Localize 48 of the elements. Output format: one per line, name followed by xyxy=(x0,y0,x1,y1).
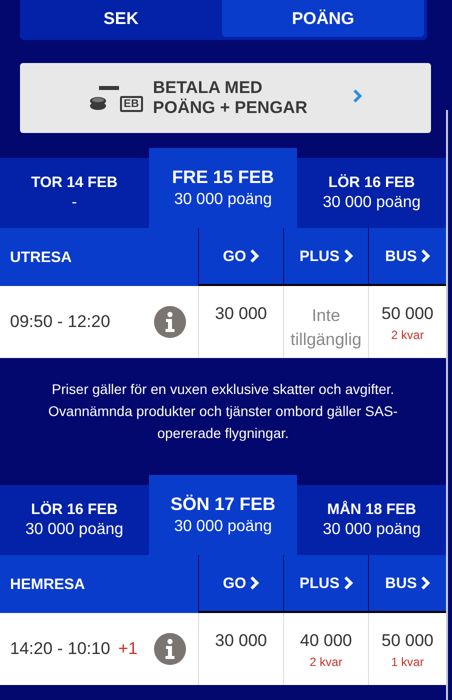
date-tab[interactable]: SÖN 17 FEB 30 000 poäng xyxy=(148,475,298,555)
fare-class-header[interactable]: BUS xyxy=(368,555,446,613)
toggle-option[interactable]: SEK xyxy=(20,0,222,37)
journey-title: HEMRESA xyxy=(10,576,86,592)
fare-cell[interactable]: 30 000 xyxy=(198,286,283,358)
fare-cell[interactable]: 50 000 2 kvar xyxy=(368,286,446,358)
fare-class-header[interactable]: GO xyxy=(198,228,283,286)
eb-badge: EB xyxy=(120,96,143,112)
fare-price: 30 000 xyxy=(215,304,267,324)
scrollbar[interactable] xyxy=(446,110,448,700)
chevron-icon xyxy=(344,249,352,263)
fare-price: 50 000 xyxy=(382,631,434,651)
chevron-icon xyxy=(250,576,260,590)
fare-cell[interactable]: 40 000 2 kvar xyxy=(283,613,368,685)
chevron-icon xyxy=(344,576,352,590)
flight-time: 14:20 - 10:10 +1 xyxy=(10,639,138,659)
points-money-button[interactable]: EB BETALA MED POÄNG + PENGAR xyxy=(20,63,431,133)
date-tab[interactable]: TOR 14 FEB - xyxy=(0,158,149,228)
chevron-icon xyxy=(250,249,260,263)
fare-price: 50 000 xyxy=(382,304,434,324)
fare-class-header[interactable]: BUS xyxy=(368,228,446,286)
journey-title: UTRESA xyxy=(10,248,72,266)
flight-time: 09:50 - 12:20 xyxy=(10,312,110,332)
date-tab[interactable]: MÅN 18 FEB 30 000 poäng xyxy=(297,485,446,555)
info-icon[interactable] xyxy=(154,633,186,665)
banner-line: POÄNG + PENGAR xyxy=(152,98,308,117)
date-tab[interactable]: LÖR 16 FEB 30 000 poäng xyxy=(297,158,446,228)
fare-price: 30 000 xyxy=(215,631,267,651)
date-tab[interactable]: FRE 15 FEB 30 000 poäng xyxy=(148,148,298,228)
fare-cell[interactable]: 50 000 1 kvar xyxy=(368,613,446,685)
fare-price: 40 000 xyxy=(300,631,352,651)
disclaimer-text: Priser gäller för en vuxen exklusive skatter och avgifter. Ovannämnda produkter och tjänster ombord gäller SAS-opererade flygningar. xyxy=(47,380,399,443)
seats-left: 2 kvar xyxy=(391,328,424,342)
fare-class-header[interactable]: PLUS xyxy=(283,228,368,286)
seats-left: 2 kvar xyxy=(310,655,342,669)
chevron-icon xyxy=(420,576,430,590)
fare-class-header[interactable]: PLUS xyxy=(283,555,368,613)
fare-class-header[interactable]: GO xyxy=(198,555,283,613)
coins-card-icon xyxy=(88,84,119,112)
date-tab[interactable]: LÖR 16 FEB 30 000 poäng xyxy=(0,485,149,555)
fare-cell[interactable]: 30 000 xyxy=(198,613,283,685)
banner-line: BETALA MED xyxy=(152,78,262,97)
chevron-icon xyxy=(353,89,362,103)
seats-left: 1 kvar xyxy=(391,655,424,669)
unavailable-text: Inte tillgänglig xyxy=(290,305,362,351)
chevron-icon xyxy=(420,249,430,263)
toggle-option[interactable]: POÄNG xyxy=(222,0,424,37)
info-icon[interactable] xyxy=(154,306,186,338)
